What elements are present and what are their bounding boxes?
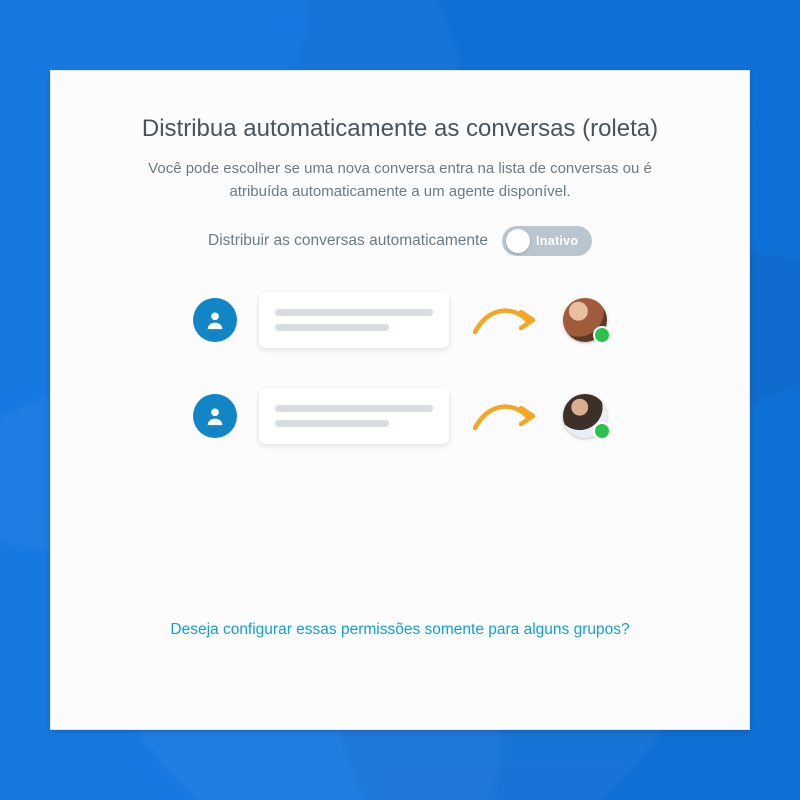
auto-distribute-toggle[interactable]: Inativo: [502, 226, 592, 256]
arrow-icon: [471, 394, 541, 438]
settings-panel: Distribua automaticamente as conversas (…: [50, 70, 750, 730]
placeholder-line: [275, 420, 389, 427]
placeholder-line: [275, 324, 389, 331]
toggle-state-label: Inativo: [536, 234, 578, 248]
configure-groups-link[interactable]: Deseja configurar essas permissões somen…: [170, 621, 629, 638]
panel-title: Distribua automaticamente as conversas (…: [101, 115, 699, 143]
footer-link-row: Deseja configurar essas permissões somen…: [51, 621, 749, 639]
agent-avatar: [563, 394, 607, 438]
status-online-icon: [593, 422, 611, 440]
auto-distribute-toggle-row: Distribuir as conversas automaticamente …: [101, 226, 699, 256]
agent-avatar: [563, 298, 607, 342]
illustration-row: [193, 292, 607, 348]
toggle-knob: [506, 229, 530, 253]
status-online-icon: [593, 326, 611, 344]
toggle-label: Distribuir as conversas automaticamente: [208, 232, 488, 250]
placeholder-line: [275, 405, 433, 412]
placeholder-line: [275, 309, 433, 316]
person-icon: [193, 298, 237, 342]
message-card: [259, 388, 449, 444]
message-card: [259, 292, 449, 348]
panel-subtitle: Você pode escolher se uma nova conversa …: [120, 157, 680, 204]
illustration-row: [193, 388, 607, 444]
distribution-illustration: [101, 292, 699, 444]
arrow-icon: [471, 298, 541, 342]
person-icon: [193, 394, 237, 438]
